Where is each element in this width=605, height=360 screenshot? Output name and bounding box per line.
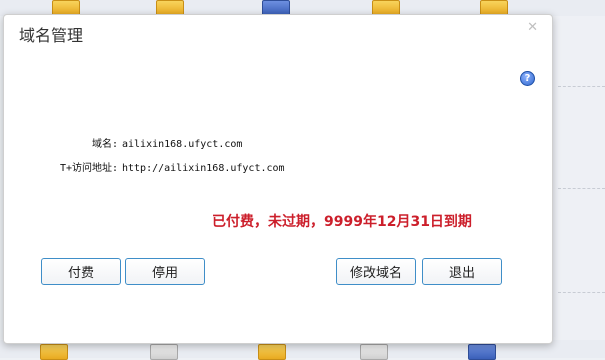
status-text: 已付费，未过期，9999年12月31日到期 [212, 214, 472, 230]
url-row: T+访问地址: http://ailixin168.ufyct.com [50, 159, 285, 174]
domain-row: 域名: ailixin168.ufyct.com [50, 135, 242, 150]
modify-domain-button[interactable]: 修改域名 [336, 258, 416, 285]
desktop-divider [558, 188, 605, 189]
disable-button[interactable]: 停用 [125, 258, 205, 285]
domain-label: 域名: [91, 139, 118, 150]
pay-button[interactable]: 付费 [41, 258, 121, 285]
domain-value: ailixin168.ufyct.com [122, 139, 243, 150]
dialog-title: 域名管理 [19, 26, 84, 45]
help-icon[interactable]: ? [520, 71, 535, 86]
exit-button[interactable]: 退出 [422, 258, 502, 285]
desktop-divider [558, 292, 605, 293]
url-value: http://ailixin168.ufyct.com [122, 163, 285, 174]
desktop-divider [558, 86, 605, 87]
domain-management-dialog: 域名管理 ✕ ? 域名: ailixin168.ufyct.com T+访问地址:… [3, 14, 553, 344]
url-label: T+访问地址: [59, 163, 118, 174]
close-icon[interactable]: ✕ [527, 21, 538, 34]
